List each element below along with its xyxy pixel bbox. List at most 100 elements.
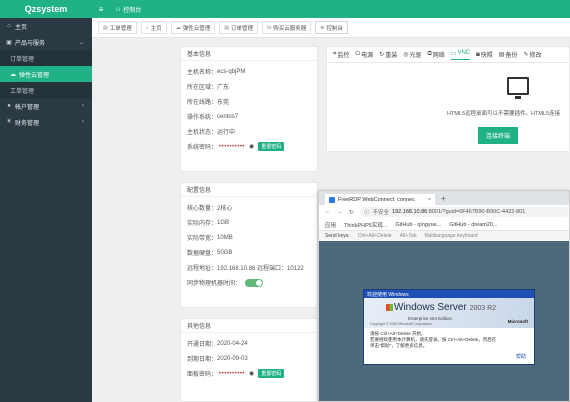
info-row: 数据硬盘： 50GB bbox=[181, 245, 317, 260]
info-key: 远程地址： bbox=[187, 266, 218, 272]
tab-label: 修改 bbox=[529, 53, 542, 59]
tab-label: 电源 bbox=[361, 53, 374, 59]
send-alt-tab[interactable]: Alt+Tab bbox=[400, 233, 417, 239]
dialog-line: 单击"帮助"，了解更多信息。 bbox=[370, 343, 428, 348]
info-key: 开通日期： bbox=[187, 342, 218, 348]
info-icon: ⓘ bbox=[364, 210, 370, 216]
tab-cdrom[interactable]: ◎ 光驱 bbox=[403, 50, 421, 59]
bookmark-item[interactable]: GitHub - dream20... bbox=[449, 222, 497, 228]
user-icon: ● bbox=[7, 103, 11, 109]
tab-snapshot[interactable]: ◙ 快照 bbox=[476, 50, 493, 60]
tab-label: 监控 bbox=[337, 53, 350, 59]
tab-orders[interactable]: ▤ 订单管理 bbox=[219, 21, 259, 34]
console-panel: ⌗ 监控 ⏻ 电源 ↻ 重装 ◎ 光驱 ⧉ 网络 ▭ VNC ◙ 快照 ▤ 备份 ✎ 修改 HTM… bbox=[326, 46, 570, 152]
close-icon[interactable]: × bbox=[428, 197, 431, 203]
info-row: 操作系统： centos7 bbox=[181, 109, 317, 124]
basic-info-card: 基本信息 主机名称： ecs-qbjPM 所在区域： 广东 所在线路： 东莞 操作系统… bbox=[180, 46, 318, 172]
new-tab-icon[interactable]: + bbox=[441, 194, 446, 203]
info-row: 核心数量： 2核心 bbox=[181, 200, 317, 215]
reset-password-button[interactable]: 重置密码 bbox=[258, 142, 285, 151]
sync-time-toggle[interactable] bbox=[245, 278, 264, 287]
tab-console[interactable]: ⊗ 控制台 bbox=[315, 21, 348, 34]
info-key: 系统密码： bbox=[187, 145, 218, 151]
sidebar-item-tickets[interactable]: 工单管理 bbox=[0, 82, 92, 98]
bookmark-item[interactable]: ThinkPHP5实现... bbox=[344, 221, 387, 229]
tab-label: 快照 bbox=[480, 53, 493, 59]
sidebar-item-home[interactable]: ⌂ 主页 bbox=[0, 18, 92, 34]
multilanguage-keyboard[interactable]: Multilanguage keyboard bbox=[424, 233, 477, 239]
info-row: 所在区域： 广东 bbox=[181, 79, 317, 94]
chart-icon: ⌗ bbox=[333, 51, 337, 57]
help-link[interactable]: 帮助 bbox=[516, 353, 526, 360]
send-keys-label: Send keys: bbox=[325, 233, 350, 239]
backup-icon: ▤ bbox=[498, 52, 505, 58]
tab-network[interactable]: ⧉ 网络 bbox=[427, 50, 444, 59]
tab-cloud[interactable]: ☁ 弹性云管理 bbox=[170, 21, 216, 34]
reset-panel-password-button[interactable]: 重置密码 bbox=[258, 369, 285, 378]
console-tabs: ⌗ 监控 ⏻ 电源 ↻ 重装 ◎ 光驱 ⧉ 网络 ▭ VNC ◙ 快照 ▤ 备份 ✎ 修改 bbox=[327, 47, 569, 63]
menu-toggle-icon[interactable]: ≡ bbox=[92, 0, 110, 18]
browser-tabbar: FreeRDP WebConnect: connec × + bbox=[319, 191, 569, 205]
info-row: 所在线路： 东莞 bbox=[181, 94, 317, 109]
bookmark-apps[interactable]: 应用 bbox=[325, 221, 336, 229]
close-icon: ⊗ bbox=[320, 24, 325, 31]
connect-terminal-button[interactable]: 连接终端 bbox=[477, 127, 518, 144]
money-icon: ¥ bbox=[7, 119, 11, 125]
page-tabs: ▤ 工单管理 ⌂ 主页 ☁ 弹性云管理 ▤ 订单管理 ⛁ 购买云服务器 ⊗ 控制台 bbox=[92, 18, 570, 38]
reload-icon[interactable]: ↻ bbox=[349, 209, 354, 216]
microsoft-logo: Microsoft bbox=[507, 319, 528, 324]
tab-buy-server[interactable]: ⛁ 购买云服务器 bbox=[262, 21, 312, 34]
sidebar-item-label: 工单管理 bbox=[10, 88, 35, 95]
info-key: 所在线路： bbox=[187, 100, 218, 106]
sidebar-item-orders[interactable]: 订单管理 bbox=[0, 50, 92, 66]
info-key: 主机状态： bbox=[187, 130, 218, 136]
tab-vnc[interactable]: ▭ VNC bbox=[450, 50, 471, 60]
remote-desktop-screen[interactable]: 欢迎使用 Windows Windows Server 2003 R2 Ente… bbox=[319, 241, 569, 401]
card-title: 基本信息 bbox=[181, 47, 317, 61]
network-icon: ⧉ bbox=[427, 51, 432, 57]
tab-power[interactable]: ⏻ 电源 bbox=[355, 50, 373, 59]
tab-label: 订单管理 bbox=[231, 25, 254, 32]
sidebar-item-account[interactable]: ● 帐户管理 ‹ bbox=[0, 98, 92, 114]
dialog-body: 请按 Ctrl+Alt+Delete 开始。 若要继续使用本计算机，请先登录。按… bbox=[364, 328, 534, 352]
send-ctrl-alt-del[interactable]: Ctrl+Alt+Delete bbox=[358, 233, 392, 239]
info-key: 操作系统： bbox=[187, 115, 218, 121]
refresh-icon: ↻ bbox=[379, 52, 385, 58]
sidebar-item-products[interactable]: ▣ 产品与服务 ⌄ bbox=[0, 34, 92, 50]
cloud-icon: ☁ bbox=[10, 71, 16, 78]
tab-modify[interactable]: ✎ 修改 bbox=[523, 50, 541, 59]
cloud-icon: ☁ bbox=[175, 24, 181, 31]
card-title: 其他信息 bbox=[181, 319, 317, 333]
tab-monitor[interactable]: ⌗ 监控 bbox=[333, 50, 349, 59]
sidebar-item-cloud[interactable]: ☁ 弹性云管理 bbox=[0, 66, 92, 82]
tab-label: VNC bbox=[457, 50, 471, 56]
sidebar-item-label: 产品与服务 bbox=[15, 40, 46, 47]
win-edition: Enterprise x64 Edition bbox=[408, 316, 453, 321]
forward-icon[interactable]: → bbox=[337, 209, 343, 215]
tab-label: 工单管理 bbox=[109, 25, 132, 32]
tab-backup[interactable]: ▤ 备份 bbox=[499, 50, 518, 59]
topbar: ≡ ⌂ 控制台 bbox=[92, 0, 570, 18]
info-value: 1GB bbox=[217, 219, 230, 226]
sidebar: Qzsystem ⌂ 主页 ▣ 产品与服务 ⌄ 订单管理 ☁ 弹性云管理 工单管… bbox=[0, 0, 92, 402]
info-row: 实际带宽： 10MB bbox=[181, 230, 317, 245]
panel-password-row: 面板密码： •••••••••• ◉ 重置密码 bbox=[181, 366, 317, 381]
sidebar-item-finance[interactable]: ¥ 财务管理 ‹ bbox=[0, 114, 92, 130]
info-key: 主机名称： bbox=[187, 70, 218, 76]
back-icon[interactable]: ← bbox=[325, 209, 331, 215]
power-icon: ⏻ bbox=[355, 51, 361, 57]
url-field[interactable]: ⓘ 不安全 192.168.10.86 :8001/?guid=0F467B90… bbox=[360, 207, 569, 217]
tab-reinstall[interactable]: ↻ 重装 bbox=[379, 50, 397, 59]
home-icon: ⌂ bbox=[116, 5, 121, 13]
tab-home[interactable]: ⌂ 主页 bbox=[140, 21, 167, 34]
eye-icon[interactable]: ◉ bbox=[249, 370, 254, 377]
tab-tickets[interactable]: ▤ 工单管理 bbox=[98, 21, 137, 34]
browser-tab[interactable]: FreeRDP WebConnect: connec × bbox=[325, 194, 435, 205]
info-value: 运行中 bbox=[217, 130, 236, 136]
chevron-left-icon: ‹ bbox=[82, 119, 84, 125]
bookmark-item[interactable]: GitHub - qingyue... bbox=[395, 222, 441, 228]
info-key: 实际内存： bbox=[187, 221, 218, 227]
info-key: 数据硬盘： bbox=[187, 251, 218, 257]
monitor-icon: ▭ bbox=[450, 50, 457, 57]
eye-icon[interactable]: ◉ bbox=[249, 143, 254, 150]
